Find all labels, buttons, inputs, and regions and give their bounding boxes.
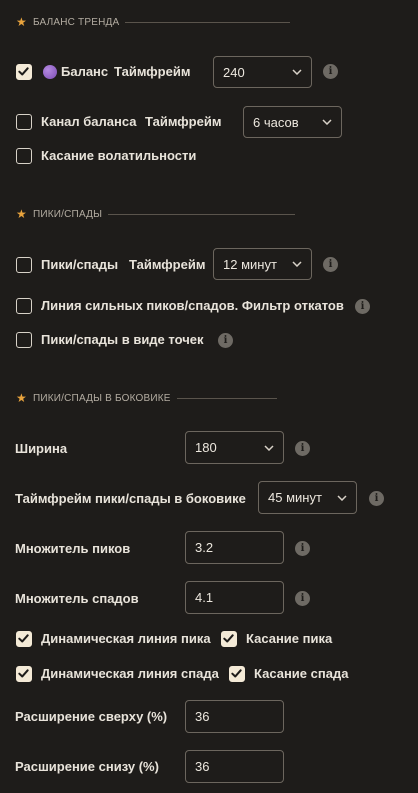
star-icon: ★	[16, 391, 27, 405]
volatility-touch-label: Касание волатильности	[41, 148, 197, 163]
chevron-down-icon	[292, 261, 302, 267]
star-icon: ★	[16, 207, 27, 221]
section-title: БАЛАНС ТРЕНДА	[32, 16, 120, 28]
extension-top-label: Расширение сверху (%)	[15, 709, 168, 724]
info-icon[interactable]: i	[295, 441, 310, 456]
chevron-down-icon	[337, 494, 347, 501]
section-title: ПИКИ/СПАДЫ В БОКОВИКЕ	[32, 392, 171, 404]
check-icon	[18, 67, 29, 76]
info-icon[interactable]: i	[295, 541, 310, 556]
strong-line-checkbox[interactable]	[16, 298, 32, 314]
sideways-timeframe-label: Таймфрейм пики/спады в боковике	[15, 491, 246, 506]
peaks-timeframe-select[interactable]: 12 минут	[213, 248, 312, 280]
info-icon[interactable]: i	[369, 491, 384, 506]
dynamic-trough-line-checkbox[interactable]	[16, 666, 32, 682]
info-icon[interactable]: i	[218, 333, 233, 348]
volatility-touch-checkbox[interactable]	[16, 148, 32, 164]
section-header-trend-balance: ★ БАЛАНС ТРЕНДА	[16, 15, 291, 29]
input-value: 36	[195, 759, 210, 774]
extension-bottom-label: Расширение снизу (%)	[15, 759, 159, 774]
width-label: Ширина	[15, 441, 68, 456]
select-value: 240	[223, 64, 245, 80]
star-icon: ★	[16, 15, 27, 29]
select-value: 180	[195, 440, 217, 455]
check-icon	[223, 634, 234, 643]
section-header-peaks-sideways: ★ ПИКИ/СПАДЫ В БОКОВИКЕ	[16, 392, 277, 404]
section-header-peaks-troughs: ★ ПИКИ/СПАДЫ	[16, 207, 296, 221]
input-value: 4.1	[195, 590, 214, 605]
info-icon[interactable]: i	[323, 257, 338, 272]
chevron-down-icon	[264, 444, 274, 451]
peak-multiplier-label: Множитель пиков	[15, 541, 131, 556]
balance-channel-label: Канал баланса	[41, 114, 137, 129]
info-icon[interactable]: i	[323, 64, 338, 79]
dots-checkbox[interactable]	[16, 332, 32, 348]
dynamic-peak-line-checkbox[interactable]	[16, 631, 32, 647]
trough-multiplier-label: Множитель спадов	[15, 591, 139, 606]
trough-multiplier-input[interactable]: 4.1	[185, 581, 284, 614]
info-icon[interactable]: i	[355, 299, 370, 314]
peaks-label: Пики/спады	[41, 257, 119, 272]
peaks-checkbox[interactable]	[16, 257, 32, 273]
extension-bottom-input[interactable]: 36	[185, 750, 284, 783]
check-icon	[18, 634, 29, 643]
select-value: 6 часов	[253, 114, 299, 130]
section-divider	[125, 21, 291, 23]
select-value: 45 минут	[268, 490, 322, 505]
input-value: 36	[195, 709, 210, 724]
width-select[interactable]: 180	[185, 431, 284, 464]
peak-touch-label: Касание пика	[246, 631, 333, 646]
purple-dot-icon	[43, 65, 57, 79]
balance-label: Баланс	[61, 64, 109, 79]
balance-timeframe-label: Таймфрейм	[114, 64, 191, 79]
strong-line-label: Линия сильных пиков/спадов. Фильтр откат…	[41, 298, 344, 313]
balance-channel-timeframe-label: Таймфрейм	[145, 114, 222, 129]
chevron-down-icon	[322, 119, 332, 125]
check-icon	[231, 669, 242, 678]
sideways-timeframe-select[interactable]: 45 минут	[258, 481, 357, 514]
input-value: 3.2	[195, 540, 214, 555]
peak-touch-checkbox[interactable]	[221, 631, 237, 647]
peaks-timeframe-label: Таймфрейм	[129, 257, 206, 272]
balance-channel-checkbox[interactable]	[16, 114, 32, 130]
peak-multiplier-input[interactable]: 3.2	[185, 531, 284, 564]
balance-channel-timeframe-select[interactable]: 6 часов	[243, 106, 342, 138]
dynamic-trough-line-label: Динамическая линия спада	[41, 666, 219, 681]
info-icon[interactable]: i	[295, 591, 310, 606]
section-divider	[108, 213, 296, 215]
extension-top-input[interactable]: 36	[185, 700, 284, 733]
trough-touch-checkbox[interactable]	[229, 666, 245, 682]
select-value: 12 минут	[223, 256, 277, 272]
dots-label: Пики/спады в виде точек	[41, 332, 204, 347]
section-divider	[176, 397, 277, 399]
balance-timeframe-select[interactable]: 240	[213, 56, 312, 88]
section-title: ПИКИ/СПАДЫ	[32, 208, 103, 220]
trough-touch-label: Касание спада	[254, 666, 349, 681]
balance-checkbox[interactable]	[16, 64, 32, 80]
dynamic-peak-line-label: Динамическая линия пика	[41, 631, 211, 646]
chevron-down-icon	[292, 69, 302, 75]
check-icon	[18, 669, 29, 678]
